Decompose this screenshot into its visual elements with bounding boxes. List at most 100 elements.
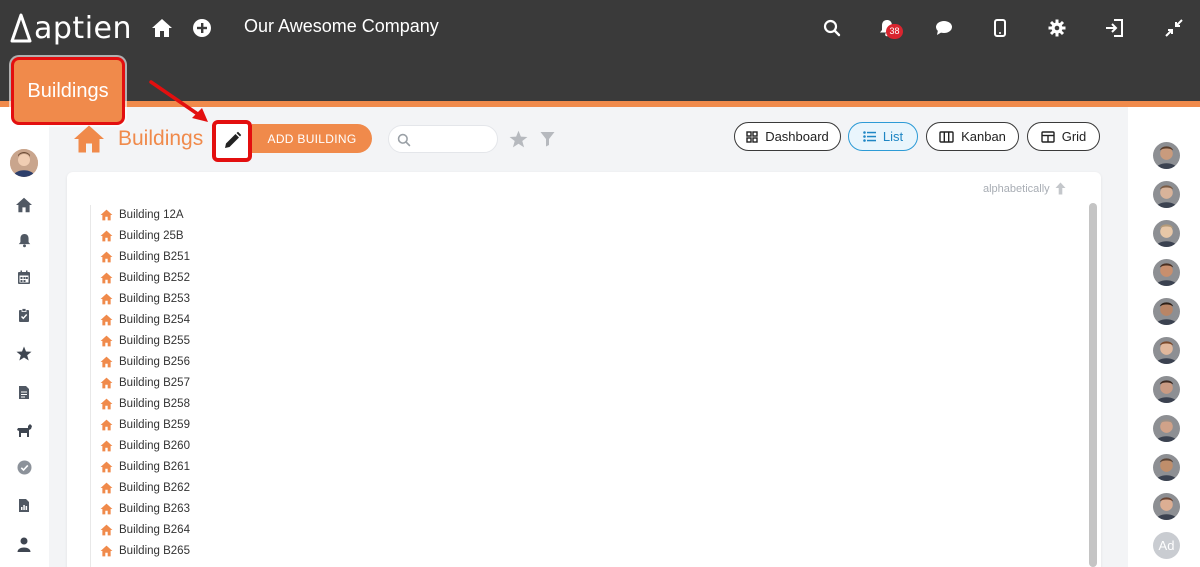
collapse-icon[interactable] <box>1160 14 1188 42</box>
list-item-label: Building B253 <box>119 293 190 305</box>
buildings-callout: Buildings <box>11 57 125 125</box>
sort-arrow-up-icon[interactable] <box>1055 182 1066 195</box>
list-item[interactable]: Building B263 <box>100 500 190 518</box>
list-item-label: Building B260 <box>119 440 190 452</box>
list-item[interactable]: Building B257 <box>100 374 190 392</box>
list-icon <box>863 131 876 142</box>
callout-arrow-icon <box>149 80 208 122</box>
nav-document-icon[interactable] <box>12 380 36 404</box>
nav-home-icon[interactable] <box>12 193 36 217</box>
list-item[interactable]: Building B251 <box>100 248 190 266</box>
view-dashboard-button[interactable]: Dashboard <box>734 122 841 151</box>
building-home-icon <box>100 545 113 557</box>
building-home-icon <box>100 272 113 284</box>
list-item-label: Building B262 <box>119 482 190 494</box>
building-home-icon <box>100 461 113 473</box>
member-avatar[interactable] <box>1153 298 1180 325</box>
list-item[interactable]: Building B256 <box>100 353 190 371</box>
list-item[interactable]: Building B253 <box>100 290 190 308</box>
member-avatar[interactable] <box>1153 493 1180 520</box>
building-home-icon <box>100 356 113 368</box>
list-item-label: Building B255 <box>119 335 190 347</box>
add-building-button[interactable]: ADD BUILDING <box>252 124 372 153</box>
member-avatar[interactable] <box>1153 376 1180 403</box>
logout-icon[interactable] <box>1100 14 1128 42</box>
gear-icon[interactable] <box>1043 14 1071 42</box>
list-item[interactable]: Building B261 <box>100 458 190 476</box>
filter-icon[interactable] <box>540 131 555 147</box>
member-avatar[interactable] <box>1153 142 1180 169</box>
buildings-list-panel <box>67 172 1101 567</box>
edit-button[interactable] <box>212 120 252 162</box>
nav-user-icon[interactable] <box>12 532 36 556</box>
list-item[interactable]: Building B259 <box>100 416 190 434</box>
pencil-icon <box>225 131 242 148</box>
view-grid-button[interactable]: Grid <box>1027 122 1100 151</box>
list-item[interactable]: Building B254 <box>100 311 190 329</box>
building-home-icon <box>100 230 113 242</box>
chat-icon[interactable] <box>930 14 958 42</box>
view-list-button[interactable]: List <box>848 122 918 151</box>
building-home-icon <box>100 398 113 410</box>
list-item[interactable]: Building B262 <box>100 479 190 497</box>
nav-star-icon[interactable] <box>12 341 36 365</box>
logo-icon <box>10 13 32 43</box>
company-name[interactable]: Our Awesome Company <box>244 16 439 37</box>
logo-text: aptien <box>34 10 132 46</box>
nav-report-icon[interactable] <box>12 493 36 517</box>
list-item-label: Building B252 <box>119 272 190 284</box>
nav-pet-icon[interactable] <box>12 418 36 442</box>
building-home-icon <box>100 482 113 494</box>
list-item[interactable]: Building B258 <box>100 395 190 413</box>
building-home-icon <box>100 209 113 221</box>
list-item[interactable]: Building B260 <box>100 437 190 455</box>
page-title: Buildings <box>118 127 204 150</box>
kanban-icon <box>939 130 954 143</box>
list-item-label: Building B257 <box>119 377 190 389</box>
list-item-label: Building B265 <box>119 545 190 557</box>
favorite-star-icon[interactable] <box>509 130 528 148</box>
search-box[interactable] <box>388 125 498 153</box>
mobile-icon[interactable] <box>986 14 1014 42</box>
member-avatar[interactable] <box>1153 181 1180 208</box>
member-avatar[interactable] <box>1153 220 1180 247</box>
add-member-avatar[interactable]: Ad <box>1153 532 1180 559</box>
building-home-icon <box>100 419 113 431</box>
list-item[interactable]: Building B252 <box>100 269 190 287</box>
search-input[interactable] <box>417 130 493 148</box>
user-avatar[interactable] <box>10 149 38 177</box>
member-avatar[interactable] <box>1153 259 1180 286</box>
list-item[interactable]: Building B255 <box>100 332 190 350</box>
list-item-label: Building 25B <box>119 230 184 242</box>
member-avatar[interactable] <box>1153 454 1180 481</box>
view-kanban-button[interactable]: Kanban <box>926 122 1019 151</box>
building-home-icon <box>100 524 113 536</box>
list-item[interactable]: Building B264 <box>100 521 190 539</box>
list-item[interactable]: Building 12A <box>100 206 184 224</box>
sort-label[interactable]: alphabetically <box>983 183 1050 195</box>
building-home-icon <box>100 293 113 305</box>
member-avatar[interactable] <box>1153 415 1180 442</box>
add-circle-icon[interactable] <box>188 14 216 42</box>
building-home-icon <box>100 335 113 347</box>
member-avatar[interactable] <box>1153 337 1180 364</box>
building-home-icon <box>100 314 113 326</box>
list-item[interactable]: Building 25B <box>100 227 184 245</box>
search-icon <box>397 133 411 147</box>
view-kanban-label: Kanban <box>961 129 1006 144</box>
view-grid-label: Grid <box>1061 129 1087 144</box>
list-scrollbar[interactable] <box>1089 203 1097 567</box>
app-logo[interactable]: aptien <box>10 10 132 46</box>
list-item-label: Building B263 <box>119 503 190 515</box>
nav-check-circle-icon[interactable] <box>12 455 36 479</box>
buildings-home-icon <box>74 125 104 153</box>
list-item-label: Building 12A <box>119 209 184 221</box>
search-icon[interactable] <box>818 14 846 42</box>
nav-bell-icon[interactable] <box>12 228 36 252</box>
grid-icon <box>1041 130 1055 143</box>
dashboard-icon <box>746 130 758 143</box>
nav-clipboard-icon[interactable] <box>12 303 36 327</box>
nav-calendar-icon[interactable] <box>12 265 36 289</box>
list-item[interactable]: Building B265 <box>100 542 190 560</box>
home-icon[interactable] <box>148 14 176 42</box>
